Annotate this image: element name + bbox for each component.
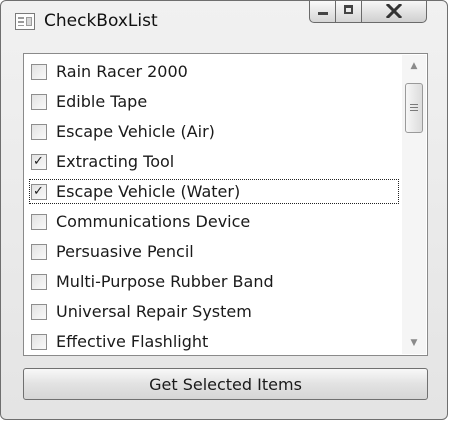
item-label: Escape Vehicle (Water) (56, 182, 241, 201)
checkbox[interactable] (31, 333, 47, 350)
checkbox[interactable] (31, 243, 47, 260)
scroll-up-icon[interactable]: ▲ (402, 57, 426, 75)
item-label: Persuasive Pencil (56, 242, 194, 261)
caption-buttons (309, 1, 427, 23)
get-selected-items-button[interactable]: Get Selected Items (23, 368, 428, 400)
scroll-down-icon[interactable]: ▼ (402, 334, 426, 352)
title-bar[interactable]: CheckBoxList (1, 1, 447, 43)
check-icon: ✓ (33, 153, 44, 169)
list-item[interactable]: ✓ Escape Vehicle (Water) (29, 179, 399, 204)
maximize-button[interactable] (336, 1, 362, 23)
list-item[interactable]: Effective Flashlight (29, 329, 399, 354)
list-item[interactable]: Escape Vehicle (Air) (29, 119, 399, 144)
scrollbar-thumb[interactable] (405, 83, 423, 133)
item-label: Edible Tape (56, 92, 148, 111)
list-item[interactable]: Multi-Purpose Rubber Band (29, 269, 399, 294)
checkbox[interactable] (31, 303, 47, 320)
item-label: Multi-Purpose Rubber Band (56, 272, 274, 291)
close-icon (386, 4, 402, 18)
app-icon[interactable] (15, 13, 35, 30)
list-item[interactable]: Communications Device (29, 209, 399, 234)
item-label: Rain Racer 2000 (56, 62, 188, 81)
checkbox[interactable] (31, 273, 47, 290)
item-label: Extracting Tool (56, 152, 175, 171)
item-label: Universal Repair System (56, 302, 252, 321)
checkbox[interactable]: ✓ (31, 153, 47, 170)
checkbox[interactable]: ✓ (31, 183, 47, 200)
list-item[interactable]: Rain Racer 2000 (29, 59, 399, 84)
list-item[interactable]: ✓ Extracting Tool (29, 149, 399, 174)
item-label: Communications Device (56, 212, 251, 231)
check-icon: ✓ (33, 183, 44, 199)
list-item[interactable]: Edible Tape (29, 89, 399, 114)
checkbox[interactable] (31, 213, 47, 230)
vertical-scrollbar[interactable]: ▲ ▼ (402, 55, 426, 354)
minimize-button[interactable] (309, 1, 336, 23)
item-label: Escape Vehicle (Air) (56, 122, 215, 141)
item-label: Effective Flashlight (56, 332, 209, 351)
checkbox[interactable] (31, 93, 47, 110)
list-item[interactable]: Persuasive Pencil (29, 239, 399, 264)
window-title: CheckBoxList (44, 11, 158, 31)
app-window: CheckBoxList Rain Racer 2000 Edible Tape E… (0, 0, 448, 420)
grip-icon (410, 104, 418, 111)
checkbox[interactable] (31, 63, 47, 80)
list-item[interactable]: Universal Repair System (29, 299, 399, 324)
close-button[interactable] (362, 1, 427, 23)
checkbox[interactable] (31, 123, 47, 140)
checkbox-list[interactable]: Rain Racer 2000 Edible Tape Escape Vehicle… (23, 53, 428, 356)
maximize-icon (344, 5, 353, 14)
minimize-icon (318, 12, 328, 15)
